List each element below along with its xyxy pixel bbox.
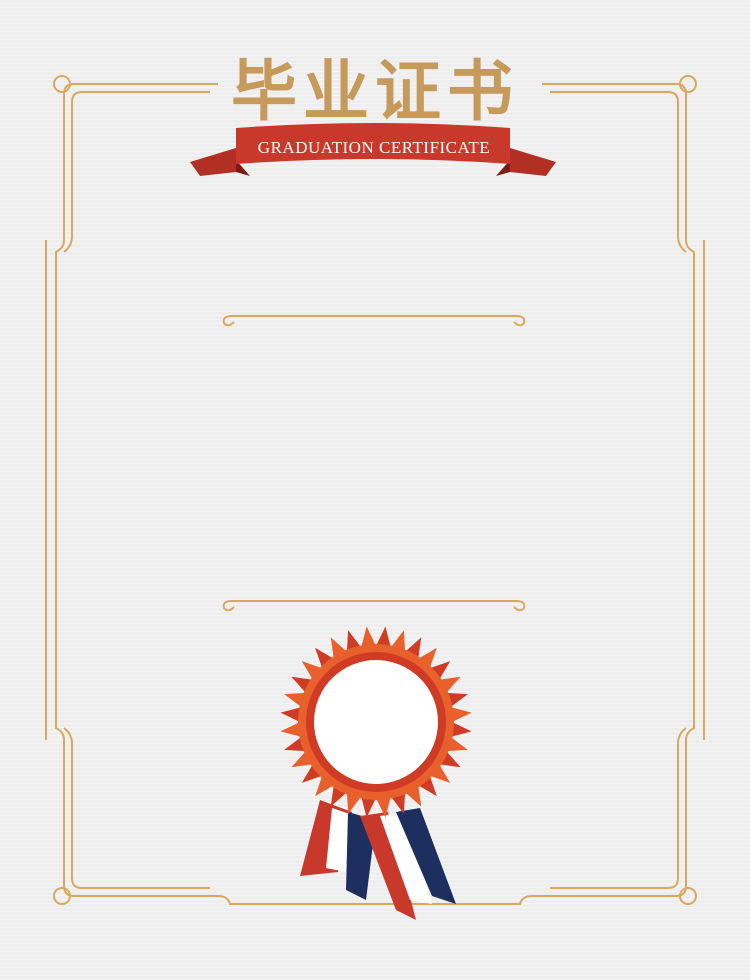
rosette-ribbons <box>300 800 456 920</box>
certificate-page: 毕业证书 GRADUATION CERTIFICATE <box>0 0 750 980</box>
name-line <box>222 315 526 327</box>
certificate-title: 毕业证书 <box>231 52 519 130</box>
signature-line <box>222 600 526 612</box>
certificate-subtitle: GRADUATION CERTIFICATE <box>257 138 491 157</box>
rosette-medal <box>280 626 472 818</box>
